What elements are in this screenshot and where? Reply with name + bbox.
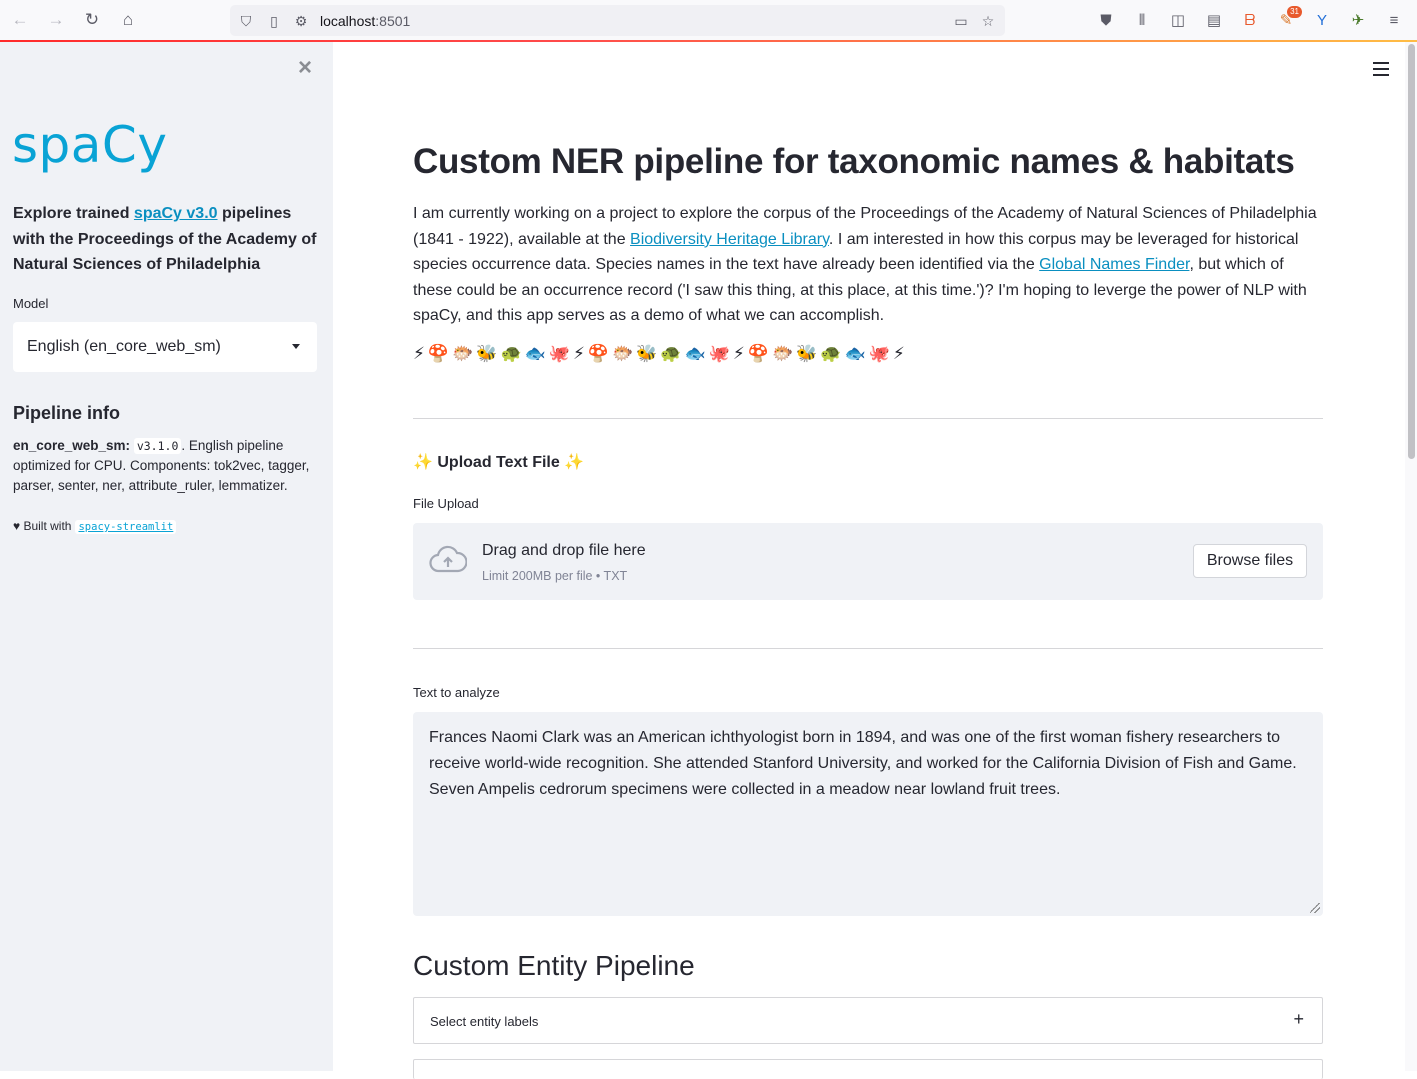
reader-icon[interactable]: ▤ xyxy=(1204,10,1224,30)
close-sidebar-icon[interactable]: × xyxy=(294,56,316,80)
expander-label: Select entity labels xyxy=(430,1014,539,1029)
reload-icon[interactable]: ↻ xyxy=(80,8,104,32)
browser-toolbar: ← → ↻ ⌂ ⛉ ▯ ⚙ localhost:8501 ▭ ☆ ⛊ ⫴ ◫ ▤… xyxy=(0,0,1417,41)
text-to-analyze-input[interactable]: Frances Naomi Clark was an American icht… xyxy=(413,712,1323,916)
sidebar-toggle-icon[interactable]: ◫ xyxy=(1168,10,1188,30)
permissions-icon[interactable]: ⚙ xyxy=(292,12,310,30)
menu-icon[interactable]: ≡ xyxy=(1384,10,1404,30)
dropzone-limit: Limit 200MB per file • TXT xyxy=(482,569,628,583)
intro-paragraph: I am currently working on a project to e… xyxy=(413,205,1317,325)
entity-labels-expander[interactable]: Select entity labels + xyxy=(413,997,1323,1044)
spacy-logo: spaCy xyxy=(12,116,168,174)
spacy-link[interactable]: spaCy v3.0 xyxy=(134,205,218,222)
bhl-link[interactable]: Biodiversity Heritage Library xyxy=(630,231,829,248)
cloud-upload-icon xyxy=(429,545,467,573)
model-select[interactable]: English (en_core_web_sm) xyxy=(13,322,317,372)
gnf-link[interactable]: Global Names Finder xyxy=(1039,256,1189,273)
main-content: Custom NER pipeline for taxonomic names … xyxy=(333,42,1405,1079)
back-icon[interactable]: ← xyxy=(8,8,32,32)
dropzone-instructions: Drag and drop file here xyxy=(482,542,646,559)
sidebar-description: Explore trained spaCy v3.0 pipelines wit… xyxy=(13,205,317,273)
bookmark-star-icon[interactable]: ☆ xyxy=(979,12,997,30)
library-icon[interactable]: ⫴ xyxy=(1132,10,1152,30)
built-with: ♥ Built with spacy-streamlit xyxy=(13,519,177,534)
url-bar[interactable]: ⛉ ▯ ⚙ localhost:8501 ▭ ☆ xyxy=(230,5,1005,36)
upload-heading: ✨ Upload Text File ✨ xyxy=(413,454,585,471)
extension-key-icon[interactable]: ✈ xyxy=(1348,10,1368,30)
scrollbar[interactable] xyxy=(1405,42,1417,1071)
text-to-analyze-label: Text to analyze xyxy=(413,685,500,700)
home-icon[interactable]: ⌂ xyxy=(116,8,140,32)
file-upload-label: File Upload xyxy=(413,496,479,511)
spacy-streamlit-link[interactable]: spacy-streamlit xyxy=(75,520,177,534)
pocket-icon[interactable]: ⛊ xyxy=(1096,10,1116,30)
resize-handle-icon[interactable] xyxy=(1310,903,1320,913)
model-label: Model xyxy=(13,296,49,311)
app-menu-icon[interactable] xyxy=(1373,62,1389,76)
extension-badge-icon[interactable]: ✎ 31 xyxy=(1276,6,1302,30)
page-icon[interactable]: ▯ xyxy=(265,12,283,30)
pipeline-info-text: en_core_web_sm: v3.1.0. English pipeline… xyxy=(13,438,310,493)
shield-icon[interactable]: ⛉ xyxy=(237,12,255,30)
emoji-row: ⚡🍄🐡🐝🐢🐟🐙⚡🍄🐡🐝🐢🐟🐙⚡🍄🐡🐝🐢🐟🐙⚡ xyxy=(413,344,908,363)
browse-files-button[interactable]: Browse files xyxy=(1193,544,1307,578)
pipeline-info-heading: Pipeline info xyxy=(13,403,121,423)
extension-y-icon[interactable]: Y xyxy=(1312,10,1332,30)
next-expander[interactable] xyxy=(413,1059,1323,1079)
file-dropzone[interactable]: Drag and drop file here Limit 200MB per … xyxy=(413,523,1323,600)
divider xyxy=(413,418,1323,419)
model-select-value: English (en_core_web_sm) xyxy=(27,338,221,355)
page-title: Custom NER pipeline for taxonomic names … xyxy=(413,142,1295,181)
plus-icon: + xyxy=(1293,1009,1304,1029)
screen-icon[interactable]: ▭ xyxy=(952,12,970,30)
extension-b-icon[interactable]: ᗷ xyxy=(1240,10,1260,30)
forward-icon[interactable]: → xyxy=(44,8,68,32)
custom-entity-heading: Custom Entity Pipeline xyxy=(413,950,695,981)
sidebar: × spaCy Explore trained spaCy v3.0 pipel… xyxy=(0,42,333,1071)
caret-down-icon xyxy=(292,344,300,349)
scrollbar-thumb[interactable] xyxy=(1408,44,1415,459)
url-text[interactable]: localhost:8501 xyxy=(320,13,410,29)
divider xyxy=(413,648,1323,649)
